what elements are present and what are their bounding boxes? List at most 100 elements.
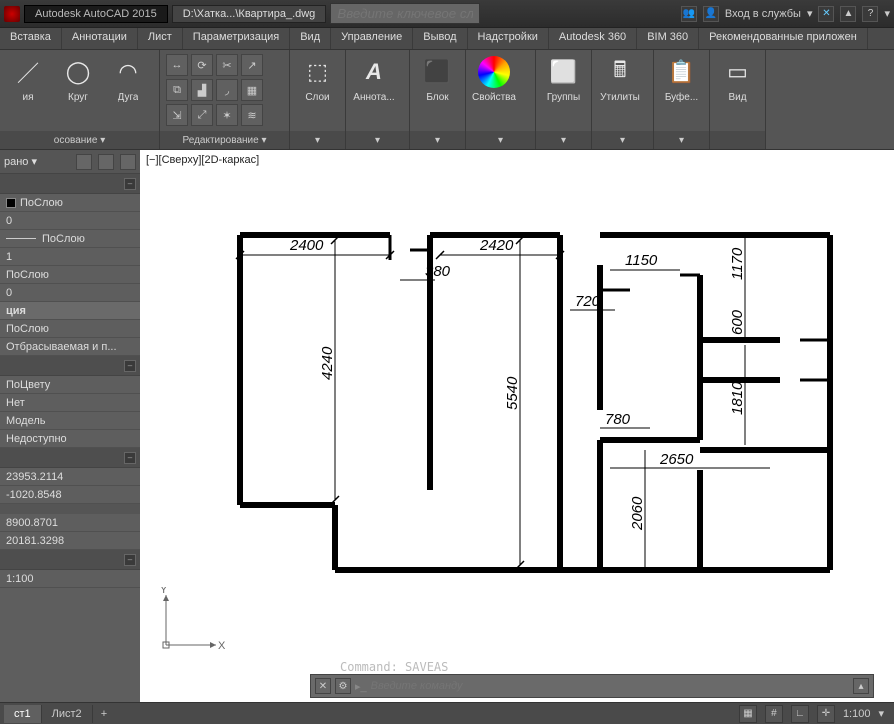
exchange-icon[interactable]: ✕ bbox=[818, 6, 834, 22]
selection-dropdown[interactable]: рано ▾ bbox=[4, 155, 70, 168]
tab-layout[interactable]: Лист bbox=[138, 28, 183, 49]
prop-lineweight[interactable]: ПоСлою bbox=[0, 266, 140, 284]
extend-icon[interactable]: ↗ bbox=[241, 54, 263, 76]
command-line[interactable]: ✕ ⚙ ▸_ ▴ bbox=[310, 674, 874, 698]
svg-text:720: 720 bbox=[575, 293, 601, 310]
status-model-icon[interactable]: ▦ bbox=[739, 705, 757, 723]
workspace: рано ▾ – ПоСлою 0 ПоСлою 1 ПоСлою 0 ция … bbox=[0, 150, 894, 702]
stretch-icon[interactable]: ⇲ bbox=[166, 104, 188, 126]
prop-shadow[interactable]: Отбрасываемая и п... bbox=[0, 338, 140, 356]
prop-linetype[interactable]: ПоСлою bbox=[0, 230, 140, 248]
viewport-label[interactable]: [−][Сверху][2D-каркас] bbox=[146, 154, 259, 166]
tab-addins[interactable]: Надстройки bbox=[468, 28, 549, 49]
ribbon-panel-draw: ／ия ◯Круг ◠Дуга осование ▾ bbox=[0, 50, 160, 149]
groups-button[interactable]: ⬜Группы bbox=[542, 54, 585, 103]
ribbon-panel-properties: Свойства ▾ bbox=[466, 50, 536, 149]
tab-featured[interactable]: Рекомендованные приложен bbox=[699, 28, 868, 49]
utilities-button[interactable]: 🖩Утилиты bbox=[598, 54, 642, 103]
command-input[interactable] bbox=[371, 680, 849, 692]
svg-text:2400: 2400 bbox=[289, 237, 324, 254]
drawing-area-wrapper: [−][Сверху][2D-каркас] bbox=[140, 150, 894, 702]
signin-label[interactable]: Вход в службы bbox=[725, 8, 801, 20]
tab-output[interactable]: Вывод bbox=[413, 28, 467, 49]
properties-button[interactable]: Свойства bbox=[472, 54, 516, 103]
a360-icon[interactable]: ▲ bbox=[840, 6, 856, 22]
mirror-icon[interactable]: ▟ bbox=[191, 79, 213, 101]
arc-button[interactable]: ◠Дуга bbox=[106, 54, 150, 103]
pickadd-icon[interactable] bbox=[76, 154, 92, 170]
prop-layer[interactable]: 0 bbox=[0, 212, 140, 230]
ribbon-panel-groups: ⬜Группы ▾ bbox=[536, 50, 592, 149]
tab-annotate[interactable]: Аннотации bbox=[62, 28, 138, 49]
floorplan-svg: 2400 2420 380 1150 1170 720 600 bbox=[140, 150, 894, 680]
prop-transparency[interactable]: 0 bbox=[0, 284, 140, 302]
view-button[interactable]: ▭Вид bbox=[716, 54, 759, 103]
fillet-icon[interactable]: ◞ bbox=[216, 79, 238, 101]
status-annoscale[interactable]: 1:100 bbox=[843, 708, 871, 720]
prop-coord-h: 20181.3298 bbox=[0, 532, 140, 550]
status-polar-icon[interactable]: ✛ bbox=[817, 705, 835, 723]
ribbon-panel-block: ⬛Блок ▾ bbox=[410, 50, 466, 149]
drawing-canvas[interactable]: 2400 2420 380 1150 1170 720 600 bbox=[140, 150, 894, 702]
copy-icon[interactable]: ⧉ bbox=[166, 79, 188, 101]
tab-a360[interactable]: Autodesk 360 bbox=[549, 28, 637, 49]
prop-space[interactable]: Модель bbox=[0, 412, 140, 430]
annotation-button[interactable]: AАннота... bbox=[352, 54, 396, 103]
prop-hyperlink[interactable]: Нет bbox=[0, 394, 140, 412]
block-button[interactable]: ⬛Блок bbox=[416, 54, 459, 103]
collapse-icon-2[interactable]: – bbox=[124, 360, 136, 372]
ribbon-panel-modify-label[interactable]: Редактирование ▾ bbox=[160, 131, 289, 149]
offset-icon[interactable]: ≋ bbox=[241, 104, 263, 126]
trim-icon[interactable]: ✂ bbox=[216, 54, 238, 76]
tab-view[interactable]: Вид bbox=[290, 28, 331, 49]
quickselect-icon[interactable] bbox=[98, 154, 114, 170]
prop-coord-x: 23953.2114 bbox=[0, 468, 140, 486]
cmd-customize-icon[interactable]: ⚙ bbox=[335, 678, 351, 694]
signin-icon[interactable]: 👤 bbox=[703, 6, 719, 22]
layout-tab-1[interactable]: ст1 bbox=[4, 705, 42, 723]
status-grid-icon[interactable]: # bbox=[765, 705, 783, 723]
status-bar: ▦ # ∟ ✛ 1:100 ▾ bbox=[739, 705, 890, 723]
tab-parametric[interactable]: Параметризация bbox=[183, 28, 290, 49]
tab-insert[interactable]: Вставка bbox=[0, 28, 62, 49]
selectobj-icon[interactable] bbox=[120, 154, 136, 170]
tab-manage[interactable]: Управление bbox=[331, 28, 413, 49]
app-menu-icon[interactable] bbox=[4, 6, 20, 22]
prop-ltscale[interactable]: 1 bbox=[0, 248, 140, 266]
scale-icon[interactable]: ⤢ bbox=[191, 104, 213, 126]
clipboard-button[interactable]: 📋Буфе... bbox=[660, 54, 703, 103]
prop-plotstyle[interactable]: ПоЦвету bbox=[0, 376, 140, 394]
ribbon-panel-draw-label[interactable]: осование ▾ bbox=[0, 131, 159, 149]
search-input[interactable] bbox=[330, 3, 480, 24]
cmd-close-icon[interactable]: ✕ bbox=[315, 678, 331, 694]
prop-material[interactable]: ПоСлою bbox=[0, 320, 140, 338]
layout-tab-add[interactable]: + bbox=[93, 705, 115, 723]
svg-text:2060: 2060 bbox=[629, 496, 646, 531]
ribbon-panel-utilities: 🖩Утилиты ▾ bbox=[592, 50, 654, 149]
collapse-icon-3[interactable]: – bbox=[124, 452, 136, 464]
tab-bim360[interactable]: BIM 360 bbox=[637, 28, 699, 49]
circle-button[interactable]: ◯Круг bbox=[56, 54, 100, 103]
explode-icon[interactable]: ✶ bbox=[216, 104, 238, 126]
move-icon[interactable]: ↔ bbox=[166, 54, 188, 76]
layout-tab-2[interactable]: Лист2 bbox=[42, 705, 93, 723]
infocenter-icon[interactable]: 👥 bbox=[681, 6, 697, 22]
prop-color[interactable]: ПоСлою bbox=[0, 194, 140, 212]
collapse-icon-4[interactable]: – bbox=[124, 554, 136, 566]
svg-text:2420: 2420 bbox=[479, 237, 514, 254]
array-icon[interactable]: ▦ bbox=[241, 79, 263, 101]
ribbon-panel-annotation: AАннота... ▾ bbox=[346, 50, 410, 149]
ribbon-panel-view: ▭Вид bbox=[710, 50, 766, 149]
line-button[interactable]: ／ия bbox=[6, 54, 50, 103]
svg-text:600: 600 bbox=[729, 309, 746, 335]
modify-tool-grid: ↔ ⟳ ✂ ↗ ⧉ ▟ ◞ ▦ ⇲ ⤢ ✶ ≋ bbox=[166, 54, 263, 126]
prop-annoscale[interactable]: 1:100 bbox=[0, 570, 140, 588]
svg-text:380: 380 bbox=[425, 263, 451, 280]
layers-button[interactable]: ⬚Слои bbox=[296, 54, 339, 103]
collapse-icon[interactable]: – bbox=[124, 178, 136, 190]
help-icon[interactable]: ? bbox=[862, 6, 878, 22]
cmd-recent-icon[interactable]: ▴ bbox=[853, 678, 869, 694]
status-snap-icon[interactable]: ∟ bbox=[791, 705, 809, 723]
layout-tab-bar: ст1 Лист2 + ▦ # ∟ ✛ 1:100 ▾ bbox=[0, 702, 894, 724]
rotate-icon[interactable]: ⟳ bbox=[191, 54, 213, 76]
